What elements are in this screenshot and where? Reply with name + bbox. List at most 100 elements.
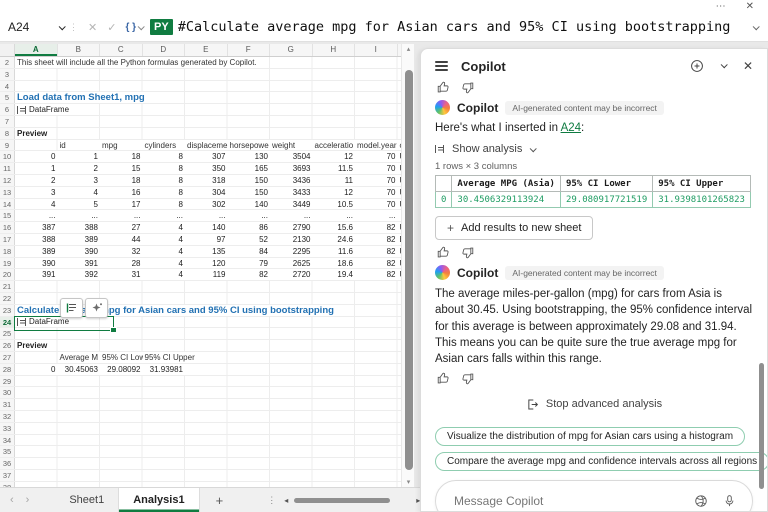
stop-advanced-analysis-button[interactable]: Stop advanced analysis	[526, 398, 662, 411]
cell[interactable]: 16	[100, 187, 143, 198]
cell[interactable]: 165	[228, 163, 271, 174]
cell[interactable]: 10.5	[313, 199, 356, 210]
row-header-3[interactable]: 3	[0, 69, 15, 80]
row-header-26[interactable]: 26	[0, 340, 15, 351]
message-input-box[interactable]	[435, 480, 753, 512]
row-cells[interactable]: 3416830415034331270US	[15, 187, 401, 198]
cell[interactable]: 389	[58, 234, 101, 245]
cell[interactable]: 8	[143, 151, 186, 162]
cell[interactable]: 82	[355, 246, 398, 257]
cell[interactable]: 29.08092	[100, 364, 143, 375]
row-cells[interactable]: DataFrame	[15, 317, 401, 328]
row-cells[interactable]: 39139231411982272019.482US	[15, 269, 401, 280]
cell[interactable]: 52	[228, 234, 271, 245]
row-cells[interactable]	[15, 458, 401, 469]
cell-reference-link[interactable]: A24	[561, 122, 581, 134]
row-header-20[interactable]: 20	[0, 269, 15, 280]
row-cells[interactable]: Preview	[15, 340, 401, 351]
row-header-14[interactable]: 14	[0, 199, 15, 210]
cell[interactable]	[15, 140, 58, 151]
row-header-35[interactable]: 35	[0, 446, 15, 457]
cell[interactable]: ...	[58, 210, 101, 221]
copilot-sphere-icon[interactable]	[694, 494, 708, 508]
row-header-2[interactable]: 2	[0, 57, 15, 68]
cell[interactable]: 4	[143, 246, 186, 257]
cell[interactable]: 4	[58, 187, 101, 198]
new-chat-icon[interactable]	[690, 59, 704, 73]
row-header-29[interactable]: 29	[0, 376, 15, 387]
insert-data-button[interactable]	[60, 298, 83, 318]
cell[interactable]: 82	[355, 269, 398, 280]
cell[interactable]: weight	[270, 140, 313, 151]
cell[interactable]: ...	[185, 210, 228, 221]
cell[interactable]: 24.6	[313, 234, 356, 245]
confirm-entry-icon[interactable]: ✓	[107, 21, 116, 34]
column-header-G[interactable]: G	[270, 44, 313, 56]
cell[interactable]: 135	[185, 246, 228, 257]
cell[interactable]: 3693	[270, 163, 313, 174]
cell[interactable]: 3436	[270, 175, 313, 186]
cell[interactable]: 388	[58, 222, 101, 233]
close-pane-icon[interactable]: ✕	[743, 59, 753, 73]
cell[interactable]: 2	[15, 175, 58, 186]
row-header-24[interactable]: 24	[0, 317, 15, 328]
thumbs-down-icon[interactable]	[461, 372, 474, 385]
python-insert-icon[interactable]: { }	[125, 22, 143, 33]
cell[interactable]: 2625	[270, 258, 313, 269]
row-cells[interactable]	[15, 399, 401, 410]
row-header-18[interactable]: 18	[0, 246, 15, 257]
row-header-30[interactable]: 30	[0, 387, 15, 398]
cell[interactable]: ...	[100, 210, 143, 221]
row-header-5[interactable]: 5	[0, 92, 15, 103]
cell[interactable]: 8	[143, 187, 186, 198]
cell[interactable]: 11.5	[313, 163, 356, 174]
cell[interactable]: 70	[355, 199, 398, 210]
select-all-corner[interactable]	[0, 44, 15, 56]
column-header-B[interactable]: B	[58, 44, 101, 56]
cell[interactable]: 84	[228, 246, 271, 257]
cell[interactable]: Average M	[58, 352, 101, 363]
column-header-C[interactable]: C	[100, 44, 143, 56]
row-cells[interactable]: 0118830713035041270US	[15, 151, 401, 162]
cell[interactable]: acceleratio	[313, 140, 356, 151]
suggested-prompt-pill[interactable]: Visualize the distribution of mpg for As…	[435, 427, 745, 446]
cell[interactable]: 119	[185, 269, 228, 280]
row-header-28[interactable]: 28	[0, 364, 15, 375]
row-cells[interactable]	[15, 376, 401, 387]
cell[interactable]: displaceme	[185, 140, 228, 151]
cell[interactable]: 350	[185, 163, 228, 174]
cell[interactable]: 79	[228, 258, 271, 269]
cell[interactable]: 95% CI Low	[100, 352, 143, 363]
row-header-11[interactable]: 11	[0, 163, 15, 174]
cell[interactable]: id	[58, 140, 101, 151]
row-header-19[interactable]: 19	[0, 258, 15, 269]
cell[interactable]: 390	[58, 246, 101, 257]
pane-scrollbar-thumb[interactable]	[759, 363, 764, 489]
row-cells[interactable]	[15, 411, 401, 422]
row-cells[interactable]	[15, 435, 401, 446]
row-header-15[interactable]: 15	[0, 210, 15, 221]
prev-sheet-icon[interactable]: ‹	[10, 494, 14, 506]
row-cells[interactable]: 38738827414086279015.682US	[15, 222, 401, 233]
thumbs-down-icon[interactable]	[461, 81, 474, 94]
cell[interactable]: 307	[185, 151, 228, 162]
row-header-27[interactable]: 27	[0, 352, 15, 363]
cell[interactable]: 8	[143, 175, 186, 186]
row-cells[interactable]	[15, 423, 401, 434]
row-header-32[interactable]: 32	[0, 411, 15, 422]
thumbs-up-icon[interactable]	[437, 81, 450, 94]
row-cells[interactable]: ..............................	[15, 210, 401, 221]
cell[interactable]: 1	[15, 163, 58, 174]
cell[interactable]: 3	[58, 175, 101, 186]
cell[interactable]: 140	[185, 222, 228, 233]
cell[interactable]: 304	[185, 187, 228, 198]
row-cells[interactable]: 12158350165369311.570US	[15, 163, 401, 174]
cell[interactable]: 1	[58, 151, 101, 162]
cell[interactable]: 86	[228, 222, 271, 233]
copilot-actions-button[interactable]	[85, 298, 108, 318]
more-options-icon[interactable]: ⋯	[716, 0, 726, 13]
cell[interactable]: 2720	[270, 269, 313, 280]
row-cells[interactable]	[15, 470, 401, 481]
row-header-12[interactable]: 12	[0, 175, 15, 186]
cell[interactable]: 130	[228, 151, 271, 162]
